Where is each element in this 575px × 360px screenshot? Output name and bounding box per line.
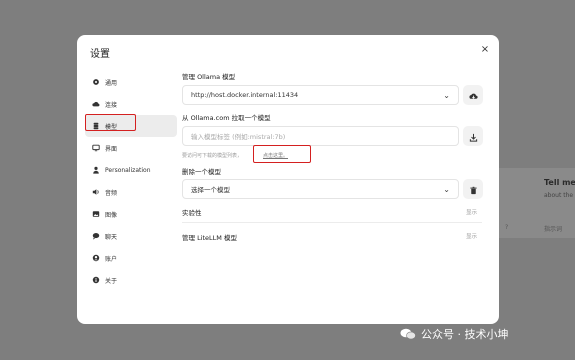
person-icon xyxy=(92,166,100,174)
chevron-down-icon: ⌄ xyxy=(443,185,450,194)
pull-model-hint: 要访问可下载的模型列表， xyxy=(182,153,243,159)
watermark: 公众号 · 技术小坤 xyxy=(400,326,509,342)
experimental-label: 实验性 xyxy=(182,209,202,217)
info-icon xyxy=(92,276,100,284)
sidebar-item-general[interactable]: 通用 xyxy=(85,71,177,93)
delete-model-selected: 选择一个模型 xyxy=(191,186,230,194)
sidebar-item-label: 连接 xyxy=(105,101,118,109)
background-card-title: Tell me xyxy=(544,178,575,187)
sidebar-item-chats[interactable]: 聊天 xyxy=(85,225,177,247)
monitor-icon xyxy=(92,144,100,152)
gear-icon xyxy=(92,78,100,86)
highlight-box-models xyxy=(85,114,136,131)
delete-model-button[interactable] xyxy=(463,179,483,199)
pull-model-input[interactable]: 输入模型标签 (例如:mistral:7b) xyxy=(182,126,459,146)
chat-icon xyxy=(92,232,100,240)
user-circle-icon xyxy=(92,254,100,262)
pull-model-label: 从 Ollama.com 拉取一个模型 xyxy=(182,114,271,122)
sidebar-item-label: 通用 xyxy=(105,79,118,87)
sidebar-item-label: 关于 xyxy=(105,277,118,285)
trash-icon xyxy=(469,180,478,199)
manage-litellm-label: 管理 LiteLLM 模型 xyxy=(182,234,237,242)
sidebar-item-label: 聊天 xyxy=(105,233,118,241)
download-cloud-icon xyxy=(468,86,478,105)
sidebar-item-label: 音频 xyxy=(105,189,118,197)
divider xyxy=(182,222,482,223)
pull-model-button[interactable] xyxy=(463,126,483,146)
settings-sidebar: 通用 连接 模型 界面 Personalization 音频 图像 聊天 账户 … xyxy=(85,71,177,291)
sidebar-item-label: 图像 xyxy=(105,211,118,219)
sidebar-item-connections[interactable]: 连接 xyxy=(85,93,177,115)
ollama-url-select[interactable]: http://host.docker.internal:11434 ⌄ xyxy=(182,85,459,105)
sidebar-item-about[interactable]: 关于 xyxy=(85,269,177,291)
download-icon xyxy=(469,127,478,146)
highlight-box-link xyxy=(253,145,311,163)
close-button[interactable]: × xyxy=(479,44,491,56)
image-icon xyxy=(92,210,100,218)
sidebar-item-audio[interactable]: 音频 xyxy=(85,181,177,203)
sidebar-item-personalization[interactable]: Personalization xyxy=(85,159,177,181)
speaker-icon xyxy=(92,188,100,196)
sidebar-item-account[interactable]: 账户 xyxy=(85,247,177,269)
ollama-url-value: http://host.docker.internal:11434 xyxy=(191,91,299,99)
modal-title: 设置 xyxy=(90,49,110,60)
sidebar-item-label: 界面 xyxy=(105,145,118,153)
background-hint-left: ? xyxy=(505,224,509,231)
sidebar-item-label: 账户 xyxy=(105,255,118,263)
delete-model-select[interactable]: 选择一个模型 ⌄ xyxy=(182,179,459,199)
update-models-button[interactable] xyxy=(463,85,483,105)
manage-ollama-label: 管理 Ollama 模型 xyxy=(182,73,236,81)
delete-model-label: 删除一个模型 xyxy=(182,168,221,176)
cloud-icon xyxy=(92,100,100,108)
sidebar-item-interface[interactable]: 界面 xyxy=(85,137,177,159)
sidebar-item-images[interactable]: 图像 xyxy=(85,203,177,225)
litellm-show-toggle[interactable]: 显示 xyxy=(466,232,477,240)
sidebar-item-label: Personalization xyxy=(105,166,151,174)
background-card-subtitle: about the xyxy=(544,192,574,199)
settings-modal: 设置 × 通用 连接 模型 界面 Personalization 音频 图像 聊… xyxy=(77,35,499,324)
wechat-logo-icon xyxy=(400,328,416,340)
watermark-text: 公众号 · 技术小坤 xyxy=(421,328,509,341)
background-hint-right: 指示词 xyxy=(544,226,563,233)
chevron-down-icon: ⌄ xyxy=(443,91,450,100)
experimental-show-toggle[interactable]: 显示 xyxy=(466,208,477,216)
pull-model-placeholder: 输入模型标签 (例如:mistral:7b) xyxy=(191,133,286,141)
